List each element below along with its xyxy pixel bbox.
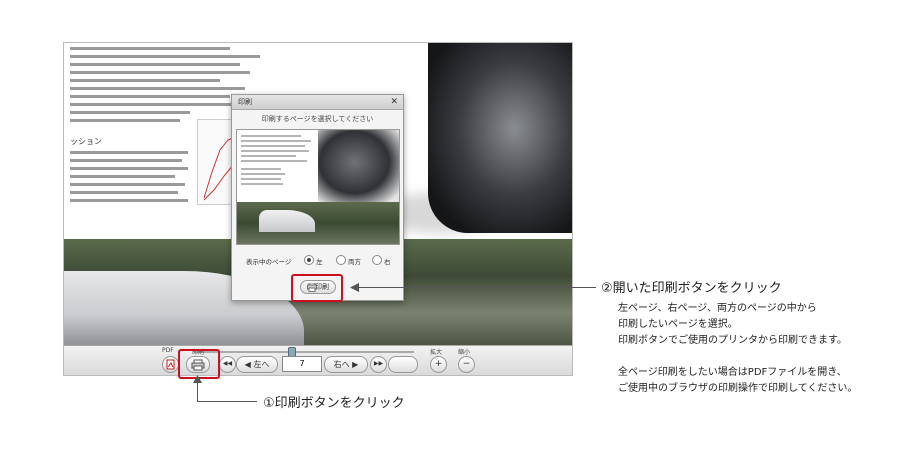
text-line [70,95,230,98]
zoom-in-icon: + [434,359,443,369]
viewer-toolbar: PDF 印刷 拡大 縮小 ◀◀ ◀ 左へ 7 右へ ▶ ▶▶ + − [64,345,572,375]
callout-line-2 [356,287,596,288]
preview-line [241,160,307,162]
text-line [70,103,248,106]
print-preview [236,129,400,245]
first-page-icon: ◀◀ [222,360,233,367]
preview-line [241,155,296,157]
text-line [70,55,260,58]
description-line: 左ページ、右ページ、両方のページの中から [618,303,817,314]
prev-page-label: 左へ [253,360,270,369]
preview-engine-image [318,130,399,202]
dialog-title-bar: 印刷 ✕ [232,95,403,110]
last-page-button[interactable]: ▶▶ [370,356,387,373]
arrow-head-icon [193,375,202,383]
radio-right[interactable] [372,255,382,265]
text-line [70,167,188,170]
zoom-slider-track[interactable] [194,351,414,353]
preview-left-page [237,130,318,202]
preview-car-image [259,210,315,232]
text-line [70,79,220,82]
prev-page-button[interactable]: ◀ 左へ [236,356,278,373]
option-label: 表示中のページ [246,259,292,266]
dialog-instruction: 印刷するページを選択してください [261,116,374,123]
text-line [70,183,185,186]
option-right-label: 右 [384,259,391,266]
preview-line [241,178,281,180]
last-page-icon: ▶▶ [373,360,384,367]
zoom-in-button[interactable]: + [430,356,447,373]
highlight-dialog-print [291,274,343,302]
preview-line [241,140,311,142]
text-line [70,63,240,66]
text-line [70,175,175,178]
text-line [70,151,188,154]
next-page-button[interactable]: 右へ ▶ [324,356,368,373]
first-page-button[interactable]: ◀◀ [219,356,236,373]
text-line [70,199,188,202]
text-line [70,191,178,194]
description-line: 印刷ボタンでご使用のプリンタから印刷できます。 [618,335,847,346]
option-left-label: 左 [316,259,323,266]
description-block: 左ページ、右ページ、両方のページの中から 印刷したいページを選択。 印刷ボタンで… [618,301,857,397]
step1-label: ①印刷ボタンをクリック [263,396,405,411]
next-page-label: 右へ [333,360,350,369]
preview-line [241,173,285,175]
description-line: 全ページ印刷をしたい場合はPDFファイルを開き、 [618,367,847,378]
preview-line [241,145,305,147]
pdf-button[interactable] [162,356,179,373]
dialog-title: 印刷 [238,99,252,106]
preview-line [241,150,309,152]
text-line [70,111,190,114]
zoom-out-icon: − [462,359,471,369]
zoom-in-label: 拡大 [430,349,443,356]
text-line [70,87,245,90]
page-options: 表示中のページ 左 両方 右 [232,253,403,267]
pdf-icon [166,359,175,370]
description-line: 印刷したいページを選択。 [618,319,738,330]
text-line [70,159,182,162]
option-both-label: 両方 [348,259,361,266]
callout-line-1-horizontal [197,401,257,402]
text-line [70,119,180,122]
preview-line [241,183,283,185]
print-dialog: 印刷 ✕ 印刷するページを選択してください 表示中のページ 左 両方 右 印刷 [231,94,404,301]
text-line [70,47,230,50]
text-line [70,71,250,74]
preview-line [241,135,301,137]
radio-both[interactable] [336,255,346,265]
step2-label: ②開いた印刷ボタンをクリック [601,281,782,296]
description-line: ご使用中のブラウザの印刷操作で印刷してください。 [618,383,858,394]
radio-left[interactable] [304,255,314,265]
pdf-label: PDF [162,347,174,354]
close-icon[interactable]: ✕ [390,96,398,107]
disabled-button[interactable] [388,356,418,373]
section-heading: ッション [70,137,102,146]
zoom-out-label: 縮小 [458,349,471,356]
page-number-input[interactable]: 7 [282,356,322,372]
engine-image [428,43,572,233]
arrow-head-icon [350,283,359,292]
zoom-out-button[interactable]: − [458,356,475,373]
preview-line [241,168,281,170]
